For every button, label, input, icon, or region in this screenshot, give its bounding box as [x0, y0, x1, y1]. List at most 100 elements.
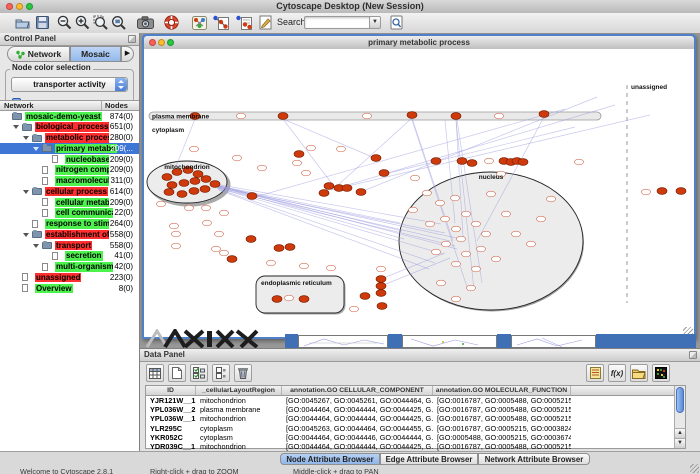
disclosure-triangle-icon[interactable] — [23, 233, 29, 237]
network-node-small[interactable] — [537, 216, 546, 222]
network-node-small[interactable] — [300, 263, 309, 269]
network-node-small[interactable] — [190, 146, 199, 152]
network-view-window[interactable]: primary metabolic process plasma membran… — [142, 34, 696, 339]
scroll-up-arrow[interactable]: ▲ — [675, 428, 685, 438]
network-node-small[interactable] — [642, 189, 651, 195]
network-node-small[interactable] — [495, 113, 504, 119]
network-node-small[interactable] — [233, 155, 242, 161]
tree-row[interactable]: cell communicati22(0) — [0, 208, 139, 219]
table-cell[interactable]: [GO:0044464, GO:0044444, GO:0044425, G..… — [282, 405, 433, 414]
network-node[interactable] — [246, 236, 256, 243]
network-node-small[interactable] — [423, 190, 432, 196]
table-row[interactable]: YPL036W__2plasma membrane[GO:0044464, GO… — [146, 405, 675, 414]
network-node-small[interactable] — [237, 113, 246, 119]
network-node-small[interactable] — [307, 145, 316, 151]
network-node[interactable] — [247, 193, 257, 200]
tree-row[interactable]: unassigned223(0) — [0, 272, 139, 283]
tree-row[interactable]: cellular process614(0) — [0, 186, 139, 197]
column-header[interactable] — [571, 386, 675, 395]
network-node-small[interactable] — [267, 260, 276, 266]
network-canvas[interactable]: plasma membranecytoplasmmitochondrionnuc… — [144, 49, 694, 337]
network-node[interactable] — [518, 159, 528, 166]
background-window-edge[interactable] — [596, 334, 696, 348]
network-window-titlebar[interactable]: primary metabolic process — [144, 36, 694, 50]
float-panel-icon[interactable] — [128, 35, 136, 43]
network-node-small[interactable] — [285, 295, 294, 301]
zoom-in-icon[interactable] — [74, 14, 91, 31]
zoom-out-icon[interactable] — [56, 14, 73, 31]
background-window-3[interactable] — [511, 335, 596, 348]
tab-scroll-right-button[interactable]: ▶ — [121, 46, 134, 62]
network-node-small[interactable] — [220, 210, 229, 216]
network-node-small[interactable] — [432, 249, 441, 255]
tree-row[interactable]: cellular metabol209(0) — [0, 197, 139, 208]
network-node[interactable] — [193, 171, 203, 178]
table-cell[interactable]: YPL036W__2 — [146, 405, 196, 414]
table-cell[interactable]: mitochondrion — [196, 396, 282, 405]
network-tree[interactable]: mosaic-demo-yeast874(0)biological_proces… — [0, 111, 139, 456]
unselect-all-attributes-icon[interactable] — [212, 364, 230, 382]
network-node[interactable] — [539, 111, 549, 118]
network-node-small[interactable] — [547, 196, 556, 202]
tree-row[interactable]: metabolic process280(0) — [0, 133, 139, 144]
network-node-small[interactable] — [441, 216, 450, 222]
tab-node-attribute-browser[interactable]: Node Attribute Browser — [280, 453, 380, 465]
network-node[interactable] — [227, 256, 237, 263]
network-node[interactable] — [376, 290, 386, 297]
column-header[interactable]: annotation.GO CELLULAR_COMPONENT — [282, 386, 433, 395]
app-resize-grip[interactable] — [690, 464, 699, 473]
snapshot-camera-icon[interactable] — [137, 14, 154, 31]
table-cell[interactable]: mitochondrion — [196, 414, 282, 423]
network-edge[interactable] — [215, 184, 441, 224]
network-node-small[interactable] — [172, 231, 181, 237]
attribute-table-header[interactable]: ID_cellularLayoutRegionannotation.GO CEL… — [146, 386, 675, 396]
network-node-small[interactable] — [472, 266, 481, 272]
network-node[interactable] — [342, 185, 352, 192]
table-cell[interactable]: [GO:0016787, GO:0005488, GO:0005215, G..… — [433, 442, 571, 451]
import-attribute-file-icon[interactable] — [630, 364, 648, 382]
network-node[interactable] — [299, 296, 309, 303]
network-edge[interactable] — [385, 127, 575, 174]
help-lifesaver-icon[interactable] — [163, 14, 180, 31]
table-cell[interactable]: cytoplasm — [196, 424, 282, 433]
network-node[interactable] — [371, 155, 381, 162]
network-node[interactable] — [676, 188, 686, 195]
open-session-icon[interactable] — [14, 14, 31, 31]
network-node[interactable] — [360, 293, 370, 300]
table-row[interactable]: YKR052Ccytoplasm[GO:0044464, GO:0044446,… — [146, 433, 675, 442]
network-node[interactable] — [210, 181, 220, 188]
table-cell[interactable]: [GO:0044464, GO:0044444, GO:0044425, G..… — [282, 414, 433, 423]
network-node[interactable] — [431, 158, 441, 165]
table-cell[interactable]: mitochondrion — [196, 442, 282, 451]
network-node[interactable] — [200, 186, 210, 193]
network-edge[interactable] — [219, 190, 429, 269]
network-node[interactable] — [379, 170, 389, 177]
network-node[interactable] — [164, 189, 174, 196]
table-cell[interactable]: [GO:0016787, GO:0005215, GO:0003824, G..… — [433, 424, 571, 433]
table-cell[interactable]: [GO:0045267, GO:0045261, GO:0044464, G..… — [282, 396, 433, 405]
table-cell[interactable]: [GO:0016787, GO:0005488, GO:0005215, G..… — [433, 396, 571, 405]
network-node[interactable] — [377, 303, 387, 310]
network-node-small[interactable] — [452, 261, 461, 267]
select-all-attributes-icon[interactable] — [190, 364, 208, 382]
network-node[interactable] — [167, 182, 177, 189]
network-node[interactable] — [294, 151, 304, 158]
zoom-fit-content-icon[interactable] — [110, 14, 127, 31]
column-header[interactable]: annotation.GO MOLECULAR_FUNCTION — [433, 386, 571, 395]
table-row[interactable]: YDR039C__1mitochondrion[GO:0044464, GO:0… — [146, 442, 675, 451]
network-node[interactable] — [272, 296, 282, 303]
scroll-down-arrow[interactable]: ▼ — [675, 438, 685, 448]
attribute-table-icon[interactable] — [146, 364, 164, 382]
disclosure-triangle-icon[interactable] — [23, 190, 29, 194]
tree-row[interactable]: nitrogen compou209(0) — [0, 165, 139, 176]
network-node-small[interactable] — [487, 191, 496, 197]
network-node-small[interactable] — [363, 113, 372, 119]
network-node-small[interactable] — [377, 266, 386, 272]
network-node-small[interactable] — [485, 158, 494, 164]
network-node[interactable] — [467, 160, 477, 167]
tab-network-attribute-browser[interactable]: Network Attribute Browser — [478, 453, 590, 465]
network-node-small[interactable] — [327, 265, 336, 271]
network-edge[interactable] — [215, 185, 400, 223]
network-node-small[interactable] — [482, 231, 491, 237]
table-cell[interactable]: cytoplasm — [196, 433, 282, 442]
